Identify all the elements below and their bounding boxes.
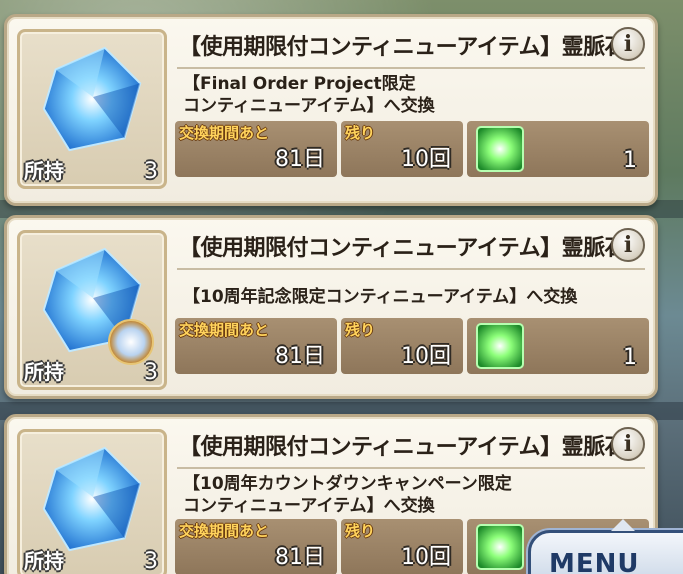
info-button[interactable]: i <box>611 228 645 262</box>
owned-label: 所持 <box>24 549 64 573</box>
remaining-value: 10回 <box>401 147 451 172</box>
exchange-period-box: 交換期間あと 81日 <box>175 519 337 574</box>
exchange-item-card[interactable]: 所持 3 【使用期限付コンティニューアイテム】霊脈石 i 【Final Orde… <box>4 14 658 206</box>
item-description: 【10周年カウントダウンキャンペーン限定 コンティニューアイテム】へ交換 <box>183 473 512 517</box>
owned-count: 3 <box>144 549 158 574</box>
item-title: 【使用期限付コンティニューアイテム】霊脈石 <box>179 435 627 460</box>
cost-box: 1 <box>467 318 649 374</box>
owned-label: 所持 <box>24 159 64 183</box>
remaining-label: 残り <box>345 124 376 142</box>
item-thumbnail: 所持 3 <box>17 429 167 574</box>
info-button[interactable]: i <box>611 27 645 61</box>
item-description: 【Final Order Project限定 コンティニューアイテム】へ交換 <box>183 73 435 117</box>
exchange-period-box: 交換期間あと 81日 <box>175 121 337 177</box>
info-icon: i <box>623 31 633 57</box>
item-title: 【使用期限付コンティニューアイテム】霊脈石 <box>179 35 627 60</box>
exchange-period-value: 81日 <box>275 147 325 172</box>
blue-spirit-stone-icon <box>42 46 142 152</box>
cost-box: 1 <box>467 121 649 177</box>
green-cube-icon <box>476 126 524 172</box>
remaining-value: 10回 <box>401 344 451 369</box>
owned-label: 所持 <box>24 360 64 384</box>
exchange-period-label: 交換期間あと <box>179 124 270 142</box>
blue-spirit-stone-icon <box>42 446 142 552</box>
description-line: コンティニューアイテム】へ交換 <box>183 96 435 116</box>
remaining-box: 残り 10回 <box>341 519 463 574</box>
exchange-period-value: 81日 <box>275 545 325 570</box>
description-line: 【10周年カウントダウンキャンペーン限定 <box>183 474 512 494</box>
remaining-label: 残り <box>345 522 376 540</box>
description-line: 【10周年記念限定コンティニューアイテム】へ交換 <box>183 287 578 307</box>
menu-label: MENU <box>549 549 640 574</box>
item-title: 【使用期限付コンティニューアイテム】霊脈石 <box>179 236 627 261</box>
exchange-period-label: 交換期間あと <box>179 321 270 339</box>
item-description: 【10周年記念限定コンティニューアイテム】へ交換 <box>183 286 577 308</box>
remaining-label: 残り <box>345 321 376 339</box>
anniversary-badge-icon <box>108 319 154 365</box>
description-line: コンティニューアイテム】へ交換 <box>183 496 435 516</box>
cost-value: 1 <box>623 345 637 370</box>
green-cube-icon <box>476 323 524 369</box>
cost-value: 1 <box>623 148 637 173</box>
remaining-value: 10回 <box>401 545 451 570</box>
exchange-item-card[interactable]: 所持 3 【使用期限付コンティニューアイテム】霊脈石 i 【10周年記念限定コン… <box>4 215 658 399</box>
divider <box>177 268 645 270</box>
divider <box>177 467 645 469</box>
info-icon: i <box>623 232 633 258</box>
exchange-period-label: 交換期間あと <box>179 522 270 540</box>
item-thumbnail: 所持 3 <box>17 230 167 390</box>
info-icon: i <box>623 431 633 457</box>
item-thumbnail: 所持 3 <box>17 29 167 189</box>
menu-button[interactable]: MENU <box>528 519 683 574</box>
remaining-box: 残り 10回 <box>341 121 463 177</box>
description-line: 【Final Order Project限定 <box>183 74 416 94</box>
owned-count: 3 <box>144 159 158 184</box>
green-cube-icon <box>476 524 524 570</box>
menu-arrow-icon <box>611 519 635 531</box>
info-button[interactable]: i <box>611 427 645 461</box>
exchange-period-box: 交換期間あと 81日 <box>175 318 337 374</box>
divider <box>177 67 645 69</box>
remaining-box: 残り 10回 <box>341 318 463 374</box>
owned-count: 3 <box>144 360 158 385</box>
exchange-period-value: 81日 <box>275 344 325 369</box>
